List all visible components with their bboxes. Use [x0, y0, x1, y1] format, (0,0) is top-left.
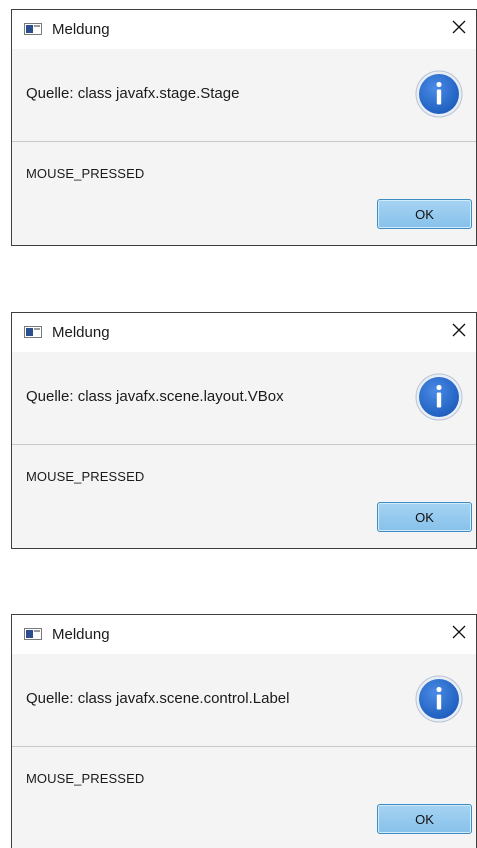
window-app-icon: [24, 23, 42, 35]
dialog-header: Quelle: class javafx.scene.layout.VBox: [12, 352, 476, 445]
info-icon: [415, 675, 463, 723]
alert-dialog-vbox: Meldung Quelle: class javafx.scene.layou…: [11, 312, 477, 549]
dialog-title: Meldung: [52, 21, 110, 38]
title-bar[interactable]: Meldung: [12, 10, 476, 49]
dialog-title: Meldung: [52, 324, 110, 341]
dialog-title: Meldung: [52, 626, 110, 643]
alert-dialog-label: Meldung Quelle: class javafx.scene.contr…: [11, 614, 477, 848]
ok-button[interactable]: OK: [377, 502, 472, 532]
close-icon: [452, 323, 466, 337]
content-text: MOUSE_PRESSED: [26, 166, 145, 181]
header-message: Quelle: class javafx.scene.layout.VBox: [26, 388, 284, 405]
close-icon: [452, 625, 466, 639]
header-message: Quelle: class javafx.stage.Stage: [26, 85, 240, 102]
close-icon: [452, 20, 466, 34]
alert-dialog-stage: Meldung Quelle: class javafx.stage.Stage: [11, 9, 477, 246]
close-button[interactable]: [448, 319, 470, 341]
dialog-content: MOUSE_PRESSED OK: [12, 142, 476, 246]
header-message: Quelle: class javafx.scene.control.Label: [26, 690, 290, 707]
dialog-content: MOUSE_PRESSED OK: [12, 747, 476, 848]
ok-button[interactable]: OK: [377, 804, 472, 834]
dialog-content: MOUSE_PRESSED OK: [12, 445, 476, 549]
dialog-header: Quelle: class javafx.scene.control.Label: [12, 654, 476, 747]
screen: Meldung Quelle: class javafx.stage.Stage: [0, 0, 477, 848]
window-app-icon: [24, 326, 42, 338]
title-bar[interactable]: Meldung: [12, 313, 476, 352]
content-text: MOUSE_PRESSED: [26, 771, 145, 786]
close-button[interactable]: [448, 16, 470, 38]
window-app-icon: [24, 628, 42, 640]
dialog-header: Quelle: class javafx.stage.Stage: [12, 49, 476, 142]
info-icon: [415, 70, 463, 118]
content-text: MOUSE_PRESSED: [26, 469, 145, 484]
ok-button[interactable]: OK: [377, 199, 472, 229]
title-bar[interactable]: Meldung: [12, 615, 476, 654]
close-button[interactable]: [448, 621, 470, 643]
info-icon: [415, 373, 463, 421]
